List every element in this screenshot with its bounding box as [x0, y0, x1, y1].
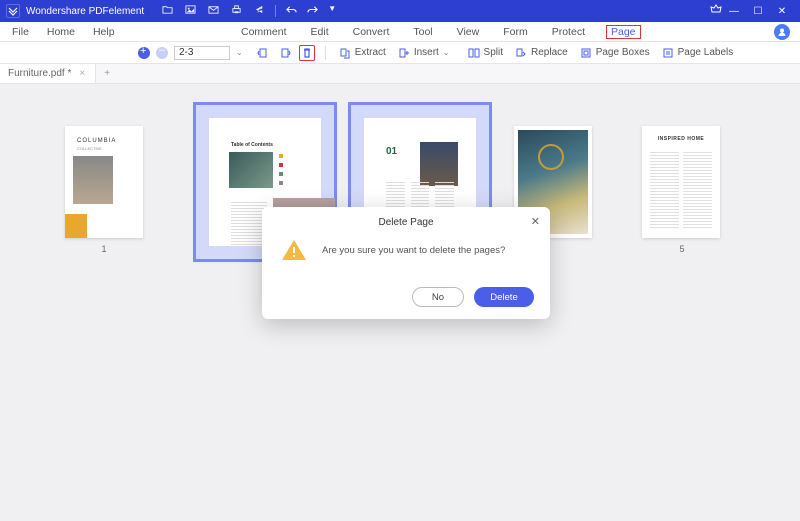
- page1-image: [73, 156, 113, 204]
- menu-form[interactable]: Form: [500, 25, 531, 39]
- new-tab-button[interactable]: +: [96, 68, 118, 79]
- page-thumbnail-1[interactable]: COLUMBIA COLLECTIVE: [65, 126, 143, 238]
- page-labels-icon: [662, 47, 674, 59]
- insert-chevron-icon: ⌄: [443, 48, 450, 57]
- page4-lamp: [538, 144, 564, 170]
- image-icon[interactable]: [185, 4, 196, 18]
- page2-legend: [279, 154, 329, 192]
- split-label: Split: [484, 47, 503, 58]
- page2-toc-title: Table of Contents: [231, 142, 273, 148]
- undo-icon[interactable]: [286, 4, 297, 18]
- history-controls: ▼: [286, 4, 336, 18]
- insert-button[interactable]: Insert ⌄: [395, 47, 459, 59]
- mail-icon[interactable]: [208, 4, 219, 18]
- page3-image: [420, 142, 458, 186]
- menu-page[interactable]: Page: [606, 25, 641, 39]
- menu-comment[interactable]: Comment: [238, 25, 290, 39]
- dialog-message: Are you sure you want to delete the page…: [322, 245, 505, 256]
- delete-page-dialog: Delete Page ✕ Are you sure you want to d…: [262, 207, 550, 319]
- split-icon: [468, 47, 480, 59]
- replace-label: Replace: [531, 47, 568, 58]
- range-dropdown-icon[interactable]: ⌄: [236, 48, 243, 57]
- page-number-1: 1: [94, 244, 114, 254]
- page1-accent: [65, 214, 87, 238]
- insert-label: Insert: [414, 47, 439, 58]
- menu-view[interactable]: View: [454, 25, 483, 39]
- close-button[interactable]: ✕: [770, 6, 794, 17]
- extract-icon: [339, 47, 351, 59]
- page1-sidetext: [115, 160, 135, 200]
- print-icon[interactable]: [231, 4, 242, 18]
- app-logo: [6, 4, 20, 18]
- dialog-close-icon[interactable]: ✕: [531, 215, 540, 228]
- redo-icon[interactable]: [307, 4, 318, 18]
- title-bar: Wondershare PDFelement ▼ — ☐ ✕: [0, 0, 800, 22]
- zoom-out-button[interactable]: [156, 47, 168, 59]
- page5-columns: [650, 152, 712, 228]
- separator: [325, 46, 326, 60]
- page-boxes-label: Page Boxes: [596, 47, 650, 58]
- extract-button[interactable]: Extract: [336, 47, 389, 59]
- dialog-title: Delete Page: [262, 217, 550, 228]
- warning-icon: [280, 238, 308, 262]
- extract-label: Extract: [355, 47, 386, 58]
- menu-convert[interactable]: Convert: [350, 25, 393, 39]
- user-avatar[interactable]: [774, 24, 790, 40]
- page-labels-label: Page Labels: [678, 47, 734, 58]
- separator: [275, 5, 276, 17]
- app-name: Wondershare PDFelement: [26, 6, 144, 17]
- menu-home[interactable]: Home: [47, 26, 75, 38]
- menu-protect[interactable]: Protect: [549, 25, 588, 39]
- document-tab[interactable]: Furniture.pdf * ×: [0, 64, 96, 83]
- page3-num1: 01: [386, 146, 397, 157]
- menu-tool[interactable]: Tool: [410, 25, 435, 39]
- delete-page-button[interactable]: [299, 45, 315, 61]
- page-thumbnails-area: COLUMBIA COLLECTIVE 1 Table of Contents …: [0, 84, 800, 521]
- rotate-left-button[interactable]: [255, 45, 271, 61]
- page-range-input[interactable]: [174, 46, 230, 60]
- page-boxes-icon: [580, 47, 592, 59]
- page5-title: INSPIRED HOME: [642, 136, 720, 142]
- dialog-delete-button[interactable]: Delete: [474, 287, 534, 307]
- open-icon[interactable]: [162, 4, 173, 18]
- page1-title: COLUMBIA: [77, 138, 116, 144]
- share-icon[interactable]: [254, 4, 265, 18]
- titlebar-quick-icons: [162, 4, 265, 18]
- page-labels-button[interactable]: Page Labels: [659, 47, 737, 59]
- page2-image-a: [229, 152, 273, 188]
- split-button[interactable]: Split: [465, 47, 506, 59]
- menu-help[interactable]: Help: [93, 26, 115, 38]
- dialog-no-button[interactable]: No: [412, 287, 464, 307]
- dropdown-icon[interactable]: ▼: [328, 4, 336, 18]
- minimize-button[interactable]: —: [722, 6, 746, 17]
- menu-file[interactable]: File: [12, 26, 29, 38]
- zoom-in-button[interactable]: [138, 47, 150, 59]
- page-number-5: 5: [672, 244, 692, 254]
- menu-edit[interactable]: Edit: [308, 25, 332, 39]
- maximize-button[interactable]: ☐: [746, 6, 770, 17]
- page1-subtitle: COLLECTIVE: [77, 146, 102, 151]
- replace-icon: [515, 47, 527, 59]
- tab-close-icon[interactable]: ×: [79, 68, 85, 79]
- page-boxes-button[interactable]: Page Boxes: [577, 47, 653, 59]
- document-tabs: Furniture.pdf * × +: [0, 64, 800, 84]
- replace-button[interactable]: Replace: [512, 47, 571, 59]
- page-toolbar: ⌄ Extract Insert ⌄ Split Replace Page Bo…: [0, 42, 800, 64]
- insert-icon: [398, 47, 410, 59]
- premium-icon[interactable]: [710, 4, 722, 19]
- page-thumbnail-5[interactable]: INSPIRED HOME: [642, 126, 720, 238]
- tab-title: Furniture.pdf *: [8, 68, 71, 79]
- menu-bar: File Home Help Comment Edit Convert Tool…: [0, 22, 800, 42]
- rotate-right-button[interactable]: [277, 45, 293, 61]
